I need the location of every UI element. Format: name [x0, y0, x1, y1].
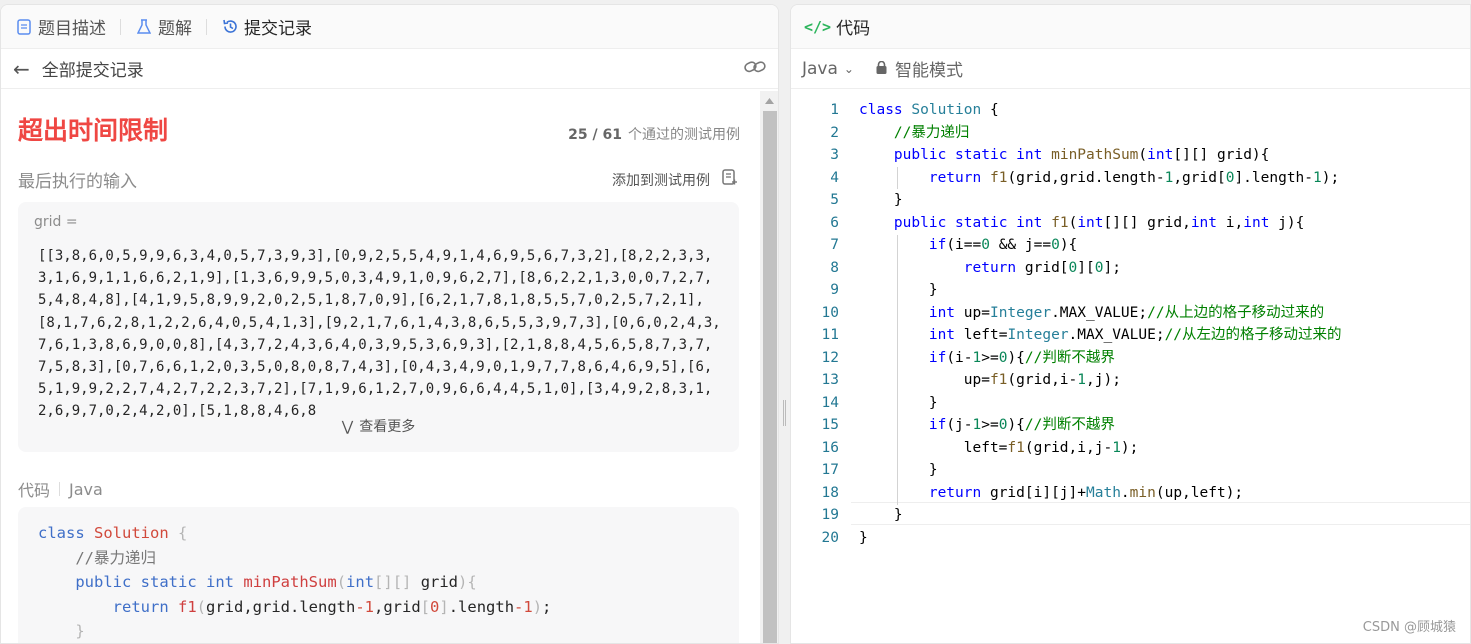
grid-var-label: grid = [34, 214, 78, 230]
submission-detail: 超出时间限制 25 / 61 个通过的测试用例 最后执行的输入 添加到测试用例 g… [1, 91, 759, 643]
document-icon [15, 18, 33, 36]
show-more-label: 查看更多 [359, 419, 416, 435]
add-testcase-icon [722, 169, 738, 190]
code-language: Java [69, 479, 103, 499]
code-tab-label[interactable]: 代码 [836, 14, 870, 39]
arrow-left-icon[interactable]: ← [13, 57, 30, 81]
passed-label: 个通过的测试用例 [628, 127, 740, 143]
submitted-code-box: class Solution { //暴力递归 public static in… [18, 507, 739, 643]
line-number: 15 [821, 417, 839, 433]
result-row: 超出时间限制 25 / 61 个通过的测试用例 [18, 111, 740, 147]
line-number: 3 [830, 147, 839, 163]
line-number: 4 [830, 169, 839, 186]
double-chevron-down-icon: ⋁ [341, 419, 354, 435]
left-panel: 题目描述 题解 提交记录 ← 全部提交记录 超出时间限制 25 / 61 个通过… [0, 4, 779, 644]
add-to-testcase-button[interactable]: 添加到测试用例 [612, 169, 738, 190]
show-more-button[interactable]: ⋁ 查看更多 [18, 416, 739, 436]
submission-subbar: ← 全部提交记录 [1, 49, 778, 89]
line-number: 11 [821, 327, 839, 343]
line-number: 10 [821, 304, 839, 321]
tab-description-label: 题目描述 [38, 19, 106, 39]
code-editor[interactable]: 1 2 3 4 5 6 7 8 9 10 11 12 13 14 15 16 1… [791, 99, 1470, 643]
panel-splitter[interactable] [779, 0, 790, 644]
line-number: 19 [821, 507, 839, 523]
tab-submissions[interactable]: 提交记录 [221, 14, 312, 39]
line-number: 5 [830, 192, 839, 208]
editor-code[interactable]: class Solution { //暴力递归 public static in… [859, 99, 1342, 549]
link-icon[interactable] [744, 59, 766, 79]
line-number: 7 [830, 237, 839, 253]
submitted-code: class Solution { //暴力递归 public static in… [38, 524, 552, 640]
passed-count: 25 / 61 个通过的测试用例 [568, 124, 740, 144]
tab-divider [206, 18, 207, 35]
passed-ratio: 25 / 61 [568, 127, 622, 143]
code-icon: </> [804, 17, 832, 36]
all-submissions-link[interactable]: 全部提交记录 [42, 56, 144, 81]
line-number: 6 [830, 214, 839, 231]
app-root: 题目描述 题解 提交记录 ← 全部提交记录 超出时间限制 25 / 61 个通过… [0, 0, 1471, 644]
line-number: 12 [821, 349, 839, 366]
code-tab-header: </> 代码 [791, 5, 1470, 49]
result-status: 超出时间限制 [18, 116, 169, 145]
divider [59, 482, 61, 496]
line-number: 16 [821, 439, 839, 456]
code-section-label: 代码 Java [18, 477, 103, 501]
add-to-testcase-label: 添加到测试用例 [612, 172, 710, 189]
line-number: 20 [821, 529, 839, 546]
code-label: 代码 [18, 481, 51, 500]
tab-solutions-label: 题解 [158, 19, 192, 39]
tab-submissions-label: 提交记录 [244, 19, 312, 39]
last-input-box: grid = [[3,8,6,0,5,9,9,6,3,4,0,5,7,3,9,3… [18, 202, 739, 452]
chevron-down-icon[interactable]: ⌄ [844, 62, 854, 76]
vertical-scrollbar[interactable] [760, 91, 778, 643]
line-number: 1 [830, 102, 839, 118]
editor-toolbar: Java ⌄ 智能模式 [791, 49, 1470, 89]
line-number: 17 [821, 462, 839, 478]
last-input-title: 最后执行的输入 [18, 172, 137, 192]
line-number: 14 [821, 394, 839, 411]
tab-description[interactable]: 题目描述 [15, 14, 106, 39]
tab-divider [120, 18, 121, 35]
tab-solutions[interactable]: 题解 [135, 14, 192, 39]
lock-icon [876, 59, 887, 79]
line-number: 8 [830, 259, 839, 276]
line-number: 13 [821, 372, 839, 388]
flask-icon [135, 18, 153, 36]
language-select[interactable]: Java [802, 59, 838, 79]
watermark: CSDN @顾城猿 [1362, 620, 1456, 635]
right-panel: </> 代码 Java ⌄ 智能模式 1 2 3 4 5 6 7 8 9 10 … [790, 4, 1471, 644]
last-input-header: 最后执行的输入 添加到测试用例 [18, 167, 738, 192]
scroll-thumb[interactable] [763, 111, 777, 643]
line-numbers: 1 2 3 4 5 6 7 8 9 10 11 12 13 14 15 16 1… [791, 99, 839, 549]
smart-mode-toggle[interactable]: 智能模式 [895, 56, 963, 81]
splitter-grip[interactable] [783, 400, 786, 426]
line-number: 18 [821, 484, 839, 501]
scroll-up-arrow-icon[interactable] [760, 95, 778, 107]
line-number: 2 [830, 124, 839, 141]
left-tabs: 题目描述 题解 提交记录 [1, 5, 778, 49]
grid-value: [[3,8,6,0,5,9,9,6,3,4,0,5,7,3,9,3],[0,9,… [38, 248, 721, 420]
line-number: 9 [830, 282, 839, 298]
history-icon [221, 18, 239, 36]
